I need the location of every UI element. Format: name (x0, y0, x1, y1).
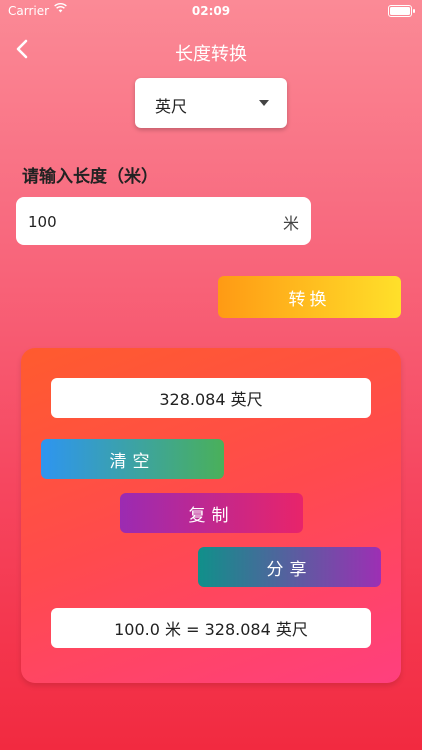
length-input-box: 米 (16, 197, 311, 247)
clear-button[interactable]: 清空 (41, 439, 224, 479)
copy-button[interactable]: 复制 (120, 493, 303, 533)
unit-dropdown-value: 英尺 (155, 97, 188, 116)
navigation-bar: 长度转换 (0, 28, 422, 72)
length-input[interactable] (26, 197, 270, 247)
battery-icon (388, 5, 415, 17)
result-value: 328.084 英尺 (51, 378, 371, 418)
convert-button[interactable]: 转换 (218, 276, 401, 318)
unit-dropdown[interactable]: 英尺 (135, 78, 287, 128)
caret-down-icon (259, 100, 269, 106)
status-bar: Carrier 02:09 (0, 0, 422, 22)
share-button[interactable]: 分享 (198, 547, 381, 587)
status-time: 02:09 (191, 4, 231, 18)
input-unit-label: 米 (282, 214, 299, 233)
length-input-label: 请输入长度（米） (22, 167, 158, 187)
result-summary: 100.0 米 = 328.084 英尺 (51, 608, 371, 648)
page-title: 长度转换 (175, 44, 247, 65)
result-card: 328.084 英尺 清空 复制 分享 100.0 米 = 328.084 英尺 (21, 348, 401, 683)
